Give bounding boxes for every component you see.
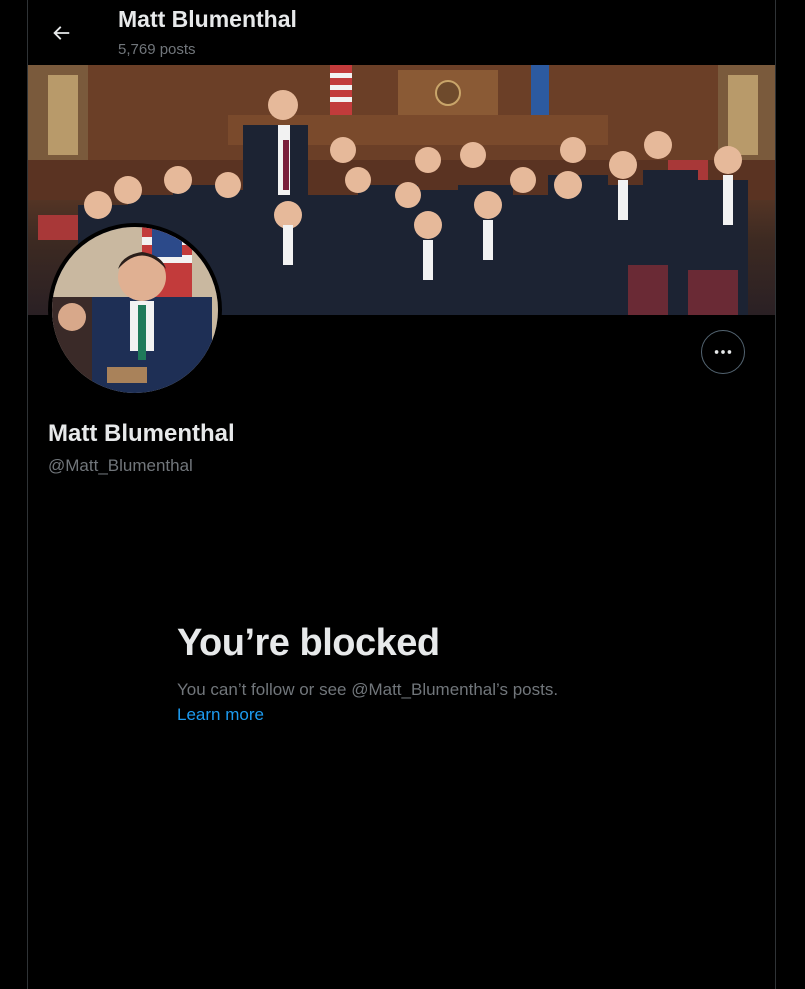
- back-button[interactable]: [44, 16, 78, 50]
- profile-name: Matt Blumenthal: [48, 420, 235, 447]
- blocked-title: You’re blocked: [177, 622, 440, 664]
- avatar-photo: [52, 227, 218, 393]
- profile-handle: @Matt_Blumenthal: [48, 456, 193, 475]
- profile-column: Matt Blumenthal 5,769 posts Matt Blument…: [27, 0, 776, 989]
- blocked-description: You can’t follow or see @Matt_Blumenthal…: [177, 680, 559, 699]
- learn-more-link[interactable]: Learn more: [177, 705, 264, 725]
- avatar[interactable]: [48, 223, 222, 397]
- profile-header: Matt Blumenthal 5,769 posts: [28, 0, 775, 65]
- more-horizontal-icon: [714, 350, 732, 354]
- more-options-button[interactable]: [701, 330, 745, 374]
- post-count: 5,769 posts: [118, 41, 196, 58]
- arrow-left-icon: [53, 26, 70, 40]
- header-title: Matt Blumenthal: [118, 6, 297, 32]
